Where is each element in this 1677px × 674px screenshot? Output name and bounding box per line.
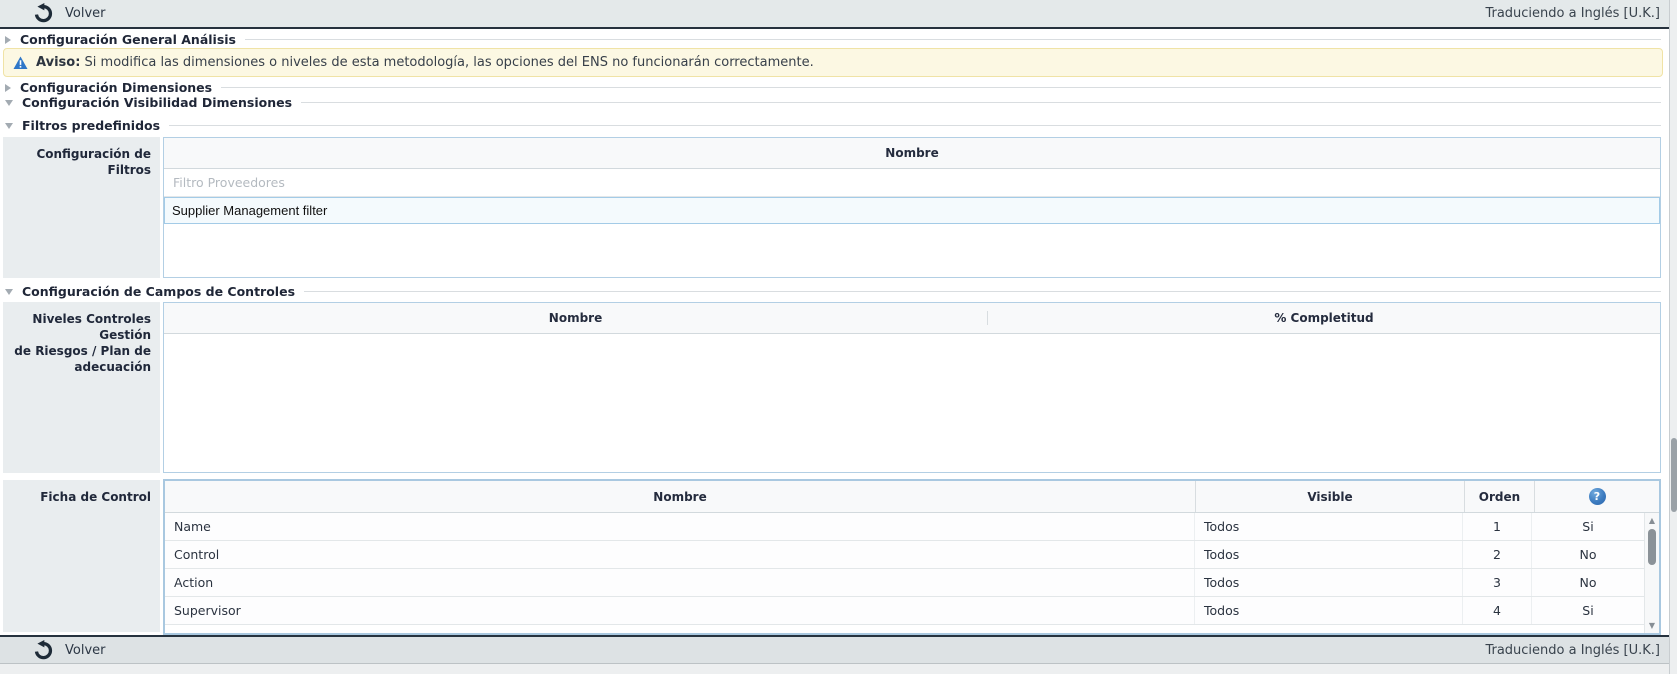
section-title: Filtros predefinidos (22, 118, 160, 133)
section-title: Configuración Dimensiones (20, 80, 212, 95)
back-icon (33, 640, 54, 661)
cell-valor: No (1532, 541, 1644, 568)
section-title: Configuración General Análisis (20, 32, 236, 47)
chevron-down-icon (5, 100, 13, 106)
cell-visible: Todos (1195, 569, 1463, 596)
top-bar: Volver Traduciendo a Inglés [U.K.] (0, 0, 1677, 27)
table-scrollbar[interactable]: ▲ ▼ (1644, 513, 1659, 633)
chevron-down-icon (5, 289, 13, 295)
back-label: Volver (65, 6, 106, 21)
ficha-table-header-row: Nombre Visible Orden ? (165, 481, 1659, 513)
section-configuracion-general-analisis[interactable]: Configuración General Análisis (0, 32, 1661, 47)
cell-nombre: Supervisor (165, 597, 1195, 624)
cell-valor: Si (1532, 513, 1644, 540)
cell-orden: 2 (1463, 541, 1532, 568)
scroll-up-icon[interactable]: ▲ (1645, 516, 1659, 525)
cell-nombre: Name (165, 513, 1195, 540)
chevron-down-icon (5, 123, 13, 129)
niveles-label-line: de Riesgos / Plan de (3, 343, 151, 359)
column-header-orden: Orden (1479, 490, 1520, 504)
ficha-table: Nombre Visible Orden ? Name Todos 1 Si C… (163, 479, 1661, 635)
bottom-bar: Volver Traduciendo a Inglés [U.K.] (0, 637, 1677, 663)
cell-valor: No (1532, 569, 1644, 596)
column-header-nombre: Nombre (885, 146, 938, 160)
page-scrollbar[interactable] (1669, 0, 1677, 674)
cell-nombre: Control (165, 541, 1195, 568)
warning-text: Aviso: Si modifica las dimensiones o niv… (36, 55, 814, 70)
scroll-down-icon[interactable]: ▼ (1645, 621, 1659, 630)
warning-prefix: Aviso: (36, 55, 80, 70)
section-configuracion-visibilidad-dimensiones[interactable]: Configuración Visibilidad Dimensiones (0, 95, 1661, 110)
niveles-table-header-row: Nombre % Completitud (164, 303, 1660, 334)
column-header-nombre: Nombre (164, 311, 988, 325)
cell-visible: Todos (1195, 541, 1463, 568)
back-button[interactable]: Volver (33, 3, 106, 24)
chevron-right-icon (5, 84, 11, 92)
ens-warning-banner: Aviso: Si modifica las dimensiones o niv… (3, 48, 1663, 77)
section-filtros-predefinidos[interactable]: Filtros predefinidos (0, 118, 1661, 133)
section-title: Configuración Visibilidad Dimensiones (22, 95, 292, 110)
cell-orden: 4 (1463, 597, 1532, 624)
chevron-right-icon (5, 36, 11, 44)
cell-visible: Todos (1195, 513, 1463, 540)
column-header-visible: Visible (1307, 490, 1352, 504)
section-rule (301, 102, 1661, 103)
filter-row-selected[interactable]: Supplier Management filter (164, 197, 1660, 224)
top-bar-divider (0, 27, 1677, 29)
cell-orden: 1 (1463, 513, 1532, 540)
filtros-table: Nombre Filtro Proveedores Supplier Manag… (163, 137, 1661, 278)
section-title: Configuración de Campos de Controles (22, 284, 295, 299)
niveles-label-line: adecuación (3, 359, 151, 375)
section-configuracion-dimensiones[interactable]: Configuración Dimensiones (0, 80, 1661, 95)
help-icon[interactable]: ? (1589, 488, 1606, 505)
niveles-field-label: Niveles Controles Gestión de Riesgos / P… (3, 302, 160, 473)
section-rule (169, 125, 1661, 126)
filtros-table-header-row: Nombre (164, 138, 1660, 169)
cell-nombre: Action (165, 569, 1195, 596)
section-rule (221, 87, 1661, 88)
back-icon (33, 3, 54, 24)
cell-orden: 3 (1463, 569, 1532, 596)
cell-visible: Todos (1195, 597, 1463, 624)
niveles-label-line: Niveles Controles Gestión (3, 311, 151, 343)
ficha-table-body: Name Todos 1 Si Control Todos 2 No Actio… (165, 513, 1644, 633)
column-header-completitud: % Completitud (988, 311, 1660, 325)
bottom-strip (0, 663, 1677, 674)
page-scrollbar-thumb[interactable] (1671, 438, 1677, 512)
methodology-configuration-page: Volver Traduciendo a Inglés [U.K.] Confi… (0, 0, 1677, 674)
column-header-nombre: Nombre (653, 490, 706, 504)
table-row[interactable]: Action Todos 3 No (165, 569, 1644, 597)
filter-row-placeholder[interactable]: Filtro Proveedores (164, 169, 1660, 197)
section-rule (245, 39, 1661, 40)
table-scrollbar-thumb[interactable] (1648, 529, 1656, 565)
section-rule (304, 291, 1661, 292)
niveles-table: Nombre % Completitud (163, 302, 1661, 473)
cell-valor: Si (1532, 597, 1644, 624)
table-row[interactable]: Control Todos 2 No (165, 541, 1644, 569)
translation-status: Traduciendo a Inglés [U.K.] (1485, 637, 1660, 663)
filtros-field-label: Configuración de Filtros (3, 137, 160, 278)
back-label: Volver (65, 643, 106, 658)
ficha-field-label: Ficha de Control (3, 480, 160, 632)
warning-message: Si modifica las dimensiones o niveles de… (80, 55, 813, 70)
back-button[interactable]: Volver (33, 640, 106, 661)
warning-icon (13, 56, 28, 70)
section-configuracion-campos-controles[interactable]: Configuración de Campos de Controles (0, 284, 1661, 299)
table-row[interactable]: Name Todos 1 Si (165, 513, 1644, 541)
translation-status: Traduciendo a Inglés [U.K.] (1485, 0, 1660, 27)
table-row[interactable]: Supervisor Todos 4 Si (165, 597, 1644, 625)
